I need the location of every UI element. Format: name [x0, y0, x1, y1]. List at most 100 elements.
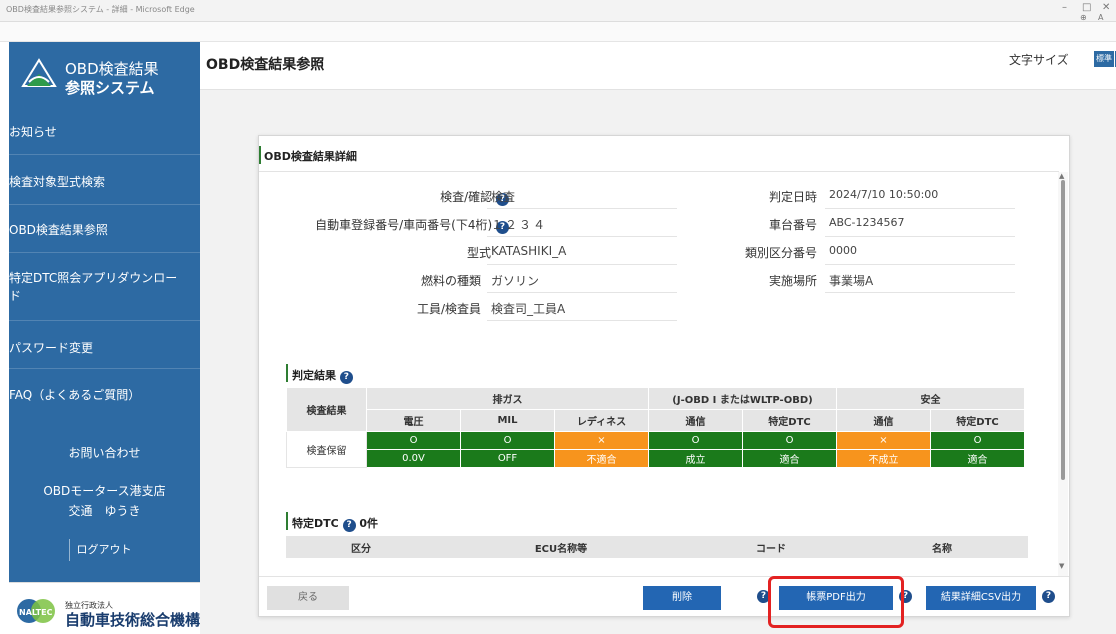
check-type-value: 検査	[491, 190, 516, 204]
result-header: 検査結果	[286, 387, 367, 432]
sidebar-item-label: 検査対象型式検索	[9, 175, 106, 189]
sidebar: OBD検査結果 参照システム お知らせ 検査対象型式検索 OBD検査結果参照 特…	[9, 42, 200, 634]
field-label: 自動車登録番号/車両番号(下4桁)	[315, 218, 493, 232]
safety-dtc-value: 適合	[930, 449, 1025, 468]
section-title-text: 特定DTC	[292, 517, 339, 530]
divider	[825, 292, 1015, 293]
divider	[9, 320, 200, 321]
mil-mark: O	[460, 431, 555, 450]
column-header: 電圧	[366, 409, 461, 432]
worker-value: 検査司_工員A	[491, 302, 566, 316]
org-name: 自動車技術総合機構	[65, 611, 201, 629]
obd-dtc-value: 適合	[742, 449, 837, 468]
help-icon[interactable]: ?	[339, 371, 353, 384]
column-header: ECU名称等	[436, 536, 686, 558]
obd-comm-mark: O	[648, 431, 743, 450]
page-header: OBD検査結果参照 文字サイズ 標準 拡大	[200, 42, 1116, 90]
column-header: 区分	[286, 536, 436, 558]
worker-label: 工員/検査員	[416, 302, 481, 316]
sidebar-item-label: お知らせ	[9, 125, 57, 139]
dtc-count: 0件	[359, 517, 379, 530]
scroll-up-arrow-icon[interactable]: ▲	[1059, 172, 1064, 180]
divider	[487, 292, 677, 293]
divider	[825, 236, 1015, 237]
page-title: OBD検査結果参照	[206, 57, 325, 73]
logout-button[interactable]: ログアウト	[69, 539, 139, 561]
chassis-number-label: 車台番号	[768, 218, 817, 232]
readiness-value: 不適合	[554, 449, 649, 468]
app-logo[interactable]: OBD検査結果 参照システム	[21, 52, 196, 98]
voltage-mark: O	[366, 431, 461, 450]
model-value: KATASHIKI_A	[491, 244, 567, 258]
judgement-table: 検査結果 排ガス (J-OBD I またはWLTP-OBD) 安全 電圧 MIL…	[286, 387, 1025, 468]
column-header: MIL	[460, 409, 555, 432]
divider	[825, 208, 1015, 209]
divider	[9, 368, 200, 369]
divider	[487, 320, 677, 321]
column-header: 通信	[648, 409, 743, 432]
field-label: 検査/確認	[440, 190, 493, 204]
office-name: OBDモータース港支店	[43, 484, 166, 498]
safety-header: 安全	[836, 387, 1025, 410]
card-footer: 戻る 削除 ? 帳票PDF出力 ? 結果詳細CSV出力 ?	[259, 576, 1069, 616]
font-size-standard-button[interactable]: 標準	[1094, 51, 1114, 67]
minimize-button[interactable]: –	[1062, 2, 1067, 13]
csv-export-button[interactable]: 結果詳細CSV出力	[926, 586, 1036, 610]
maximize-button[interactable]: □	[1082, 2, 1091, 13]
read-aloud-icon[interactable]: A	[1098, 13, 1103, 22]
card-title: OBD検査結果詳細	[264, 150, 357, 163]
location-label: 実施場所	[768, 274, 817, 288]
accent-bar	[259, 146, 261, 164]
sidebar-item-label: OBD検査結果参照	[9, 223, 108, 237]
sidebar-item-label: FAQ（よくあるご質問）	[9, 388, 141, 402]
safety-comm-value: 不成立	[836, 449, 931, 468]
scrollbar-thumb[interactable]	[1061, 180, 1065, 480]
help-icon[interactable]: ?	[1042, 590, 1055, 603]
divider	[487, 208, 677, 209]
delete-button[interactable]: 削除	[643, 586, 721, 610]
logo-line1: OBD検査結果	[65, 60, 159, 78]
browser-titlebar: OBD検査結果参照システム - 詳細 - Microsoft Edge – □ …	[0, 0, 1116, 22]
divider	[825, 264, 1015, 265]
highlight-box	[768, 576, 904, 628]
column-header: 通信	[836, 409, 931, 432]
divider	[9, 154, 200, 155]
close-window-button[interactable]: ✕	[1102, 2, 1110, 13]
column-header: コード	[686, 536, 856, 558]
accent-bar	[286, 364, 288, 382]
category-number-label: 類別区分番号	[744, 246, 817, 260]
divider	[9, 252, 200, 253]
zoom-icon[interactable]: ⊕	[1080, 13, 1087, 22]
safety-dtc-mark: O	[930, 431, 1025, 450]
judgement-date-value: 2024/7/10 10:50:00	[829, 188, 939, 201]
readiness-mark: ×	[554, 431, 649, 450]
column-header: 特定DTC	[742, 409, 837, 432]
vehicle-number-value: １２３４	[491, 218, 548, 232]
card-header: OBD検査結果詳細	[259, 136, 1059, 172]
vehicle-number-label: 自動車登録番号/車両番号(下4桁) ?	[279, 216, 509, 234]
category-number-value: 0000	[829, 244, 857, 257]
column-header: 特定DTC	[930, 409, 1025, 432]
sidebar-item-dtc-app-download[interactable]: 特定DTC照会アプリダウンロー ド	[9, 268, 200, 308]
dtc-table: 区分 ECU名称等 コード 名称	[286, 536, 1028, 558]
check-type-label: 検査/確認 ?	[359, 188, 509, 206]
back-button[interactable]: 戻る	[267, 586, 349, 610]
judgement-date-label: 判定日時	[768, 190, 817, 204]
scroll-down-arrow-icon[interactable]: ▼	[1059, 562, 1064, 570]
accent-bar	[286, 512, 288, 530]
location-value: 事業場A	[829, 274, 874, 288]
user-name: 交通 ゆうき	[68, 504, 141, 518]
obd-comm-value: 成立	[648, 449, 743, 468]
sidebar-item-label: パスワード変更	[9, 341, 94, 355]
obd-header: (J-OBD I またはWLTP-OBD)	[648, 387, 837, 410]
organization-logo: NALTEC 独立行政法人 自動車技術総合機構	[9, 582, 200, 634]
column-header: レディネス	[554, 409, 649, 432]
naltec-logo-icon: NALTEC	[17, 599, 55, 623]
sidebar-item-label-cont: ド	[9, 289, 22, 303]
mountain-logo-icon	[21, 58, 57, 87]
help-icon[interactable]: ?	[342, 519, 356, 532]
window-title: OBD検査結果参照システム - 詳細 - Microsoft Edge	[6, 5, 195, 14]
contact-link[interactable]: お問い合わせ	[9, 444, 200, 461]
divider	[487, 236, 677, 237]
logo-line2: 参照システム	[65, 79, 155, 97]
